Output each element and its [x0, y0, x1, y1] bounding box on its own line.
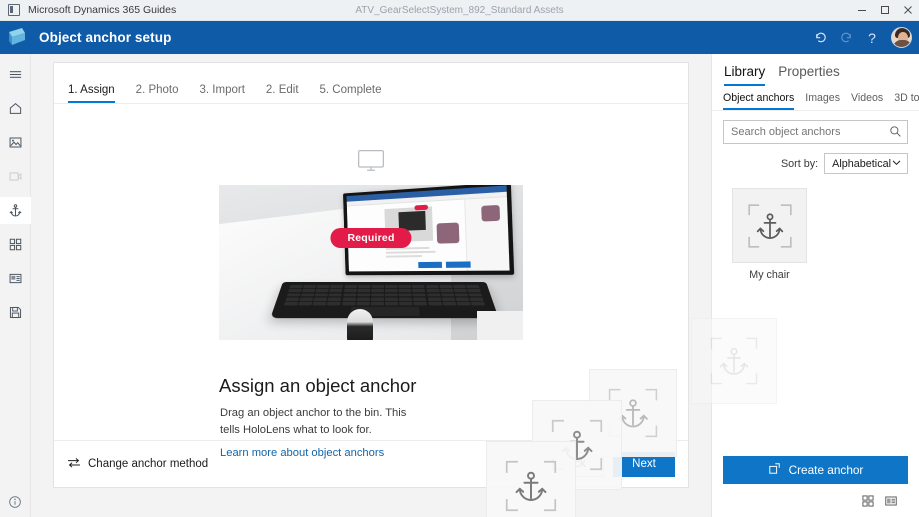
- create-anchor-button[interactable]: Create anchor: [723, 456, 908, 484]
- list-view-icon[interactable]: [882, 492, 899, 509]
- sidebar-item-images[interactable]: [0, 129, 31, 156]
- page-title: Object anchor setup: [39, 30, 172, 45]
- sidebar-item-save[interactable]: [0, 299, 31, 326]
- tab-library[interactable]: Library: [724, 64, 766, 86]
- wizard-card: 1. Assign 2. Photo 3. Import 2. Edit 5. …: [53, 62, 777, 517]
- sort-value: Alphabetical: [832, 157, 891, 170]
- title-bar: Microsoft Dynamics 365 Guides ATV_GearSe…: [0, 0, 919, 21]
- search-container: [723, 120, 908, 144]
- wizard-content: Required Assign an object anchor Drag an…: [54, 104, 777, 517]
- chevron-down-icon: [891, 157, 902, 171]
- wizard-stage: 1. Assign 2. Photo 3. Import 2. Edit 5. …: [31, 54, 777, 517]
- minimize-button[interactable]: [850, 0, 873, 21]
- anchor-icon: [747, 203, 792, 248]
- app-icon: [8, 4, 20, 16]
- sidebar-item-cards[interactable]: [0, 265, 31, 292]
- tab-complete[interactable]: 5. Complete: [320, 84, 382, 103]
- search-input[interactable]: [723, 120, 908, 144]
- monitor-icon: [358, 149, 385, 178]
- sort-row: Sort by: Alphabetical: [723, 153, 908, 174]
- sidebar-item-anchor[interactable]: [0, 197, 31, 224]
- tab-assign[interactable]: 1. Assign: [68, 84, 115, 103]
- close-button[interactable]: [896, 0, 919, 21]
- window-controls: [850, 0, 919, 21]
- panel-tabs: Library Properties: [712, 54, 919, 86]
- maximize-button[interactable]: [873, 0, 896, 21]
- subtab-images[interactable]: Images: [805, 92, 840, 110]
- redo-icon[interactable]: [834, 26, 858, 50]
- status-bar: [31, 488, 711, 517]
- search-icon[interactable]: [889, 125, 902, 143]
- change-anchor-method-label: Change anchor method: [88, 458, 209, 470]
- sidebar-item-home[interactable]: [0, 95, 31, 122]
- change-anchor-method-button[interactable]: Change anchor method: [67, 457, 208, 472]
- tab-import[interactable]: 3. Import: [200, 84, 245, 103]
- sidebar-item-menu[interactable]: [0, 61, 31, 88]
- anchor-ghost-tile: [691, 318, 777, 404]
- anchor-photo[interactable]: [219, 185, 523, 340]
- subtabs-divider: [712, 110, 919, 111]
- list-item[interactable]: My chair: [732, 188, 807, 281]
- tab-photo[interactable]: 2. Photo: [136, 84, 179, 103]
- header-actions: ?: [808, 26, 919, 50]
- tab-properties[interactable]: Properties: [778, 64, 840, 86]
- undo-icon[interactable]: [808, 26, 832, 50]
- help-icon[interactable]: ?: [860, 26, 884, 50]
- wizard-steps: 1. Assign 2. Photo 3. Import 2. Edit 5. …: [54, 71, 688, 103]
- sidebar-item-videos: [0, 163, 31, 190]
- new-window-icon: [768, 462, 781, 478]
- content-headline: Assign an object anchor: [219, 375, 417, 396]
- panel-footer: Create anchor: [712, 456, 919, 517]
- app-name: Microsoft Dynamics 365 Guides: [28, 4, 177, 16]
- anchor-drag-tile[interactable]: [486, 441, 576, 517]
- avatar[interactable]: [891, 27, 912, 48]
- sort-dropdown[interactable]: Alphabetical: [824, 153, 908, 174]
- panel-subtabs: Object anchors Images Videos 3D toolkit: [712, 86, 919, 110]
- content-subtext: Drag an object anchor to the bin. This t…: [220, 407, 407, 437]
- app-header: Object anchor setup ?: [0, 21, 919, 54]
- grid-view-icon[interactable]: [859, 492, 876, 509]
- app-window: Microsoft Dynamics 365 Guides ATV_GearSe…: [0, 0, 919, 517]
- anchor-label: My chair: [749, 269, 790, 281]
- subtab-3d-toolkit[interactable]: 3D toolkit: [894, 92, 919, 110]
- info-icon[interactable]: [0, 487, 31, 517]
- swap-icon: [67, 457, 81, 472]
- subtab-object-anchors[interactable]: Object anchors: [723, 92, 795, 110]
- sidebar-item-apps[interactable]: [0, 231, 31, 258]
- dynamics-guides-logo-icon: [3, 25, 33, 51]
- create-anchor-label: Create anchor: [788, 463, 864, 477]
- anchor-thumbnail[interactable]: [732, 188, 807, 263]
- library-panel: Library Properties Object anchors Images…: [711, 54, 919, 517]
- tab-edit[interactable]: 2. Edit: [266, 84, 299, 103]
- status-badge: Required: [330, 228, 412, 248]
- sort-label: Sort by:: [780, 157, 819, 170]
- left-rail: [0, 54, 31, 517]
- subtab-videos[interactable]: Videos: [851, 92, 883, 110]
- view-toggles: [723, 484, 908, 517]
- anchor-grid: My chair: [712, 174, 919, 456]
